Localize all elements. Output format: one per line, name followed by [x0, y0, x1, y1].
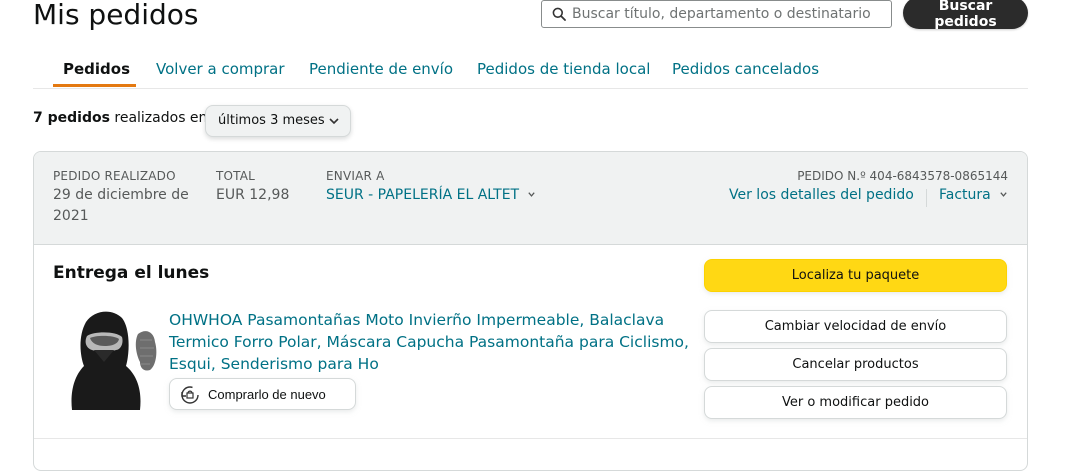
chevron-down-icon — [329, 118, 339, 125]
order-placed-date-line2: 2021 — [53, 208, 89, 224]
order-placed-date-line1: 29 de diciembre de — [53, 187, 189, 203]
order-details-link[interactable]: Ver los detalles del pedido — [729, 187, 914, 203]
invoice-link[interactable]: Factura — [939, 187, 1008, 203]
buy-again-label: Comprarlo de nuevo — [208, 387, 326, 402]
change-shipping-speed-button[interactable]: Cambiar velocidad de envío — [704, 310, 1007, 343]
order-placed-label: PEDIDO REALIZADO — [53, 169, 176, 183]
product-image[interactable] — [60, 306, 160, 410]
ship-to-label: ENVIAR A — [326, 169, 385, 183]
ship-to-value: SEUR - PAPELERÍA EL ALTET — [326, 187, 520, 203]
tab-not-shipped[interactable]: Pendiente de envío — [309, 60, 453, 78]
invoice-label: Factura — [939, 187, 991, 203]
chevron-down-icon — [527, 192, 535, 197]
product-title-link[interactable]: OHWHOA Pasamontañas Moto Invierño Imperm… — [169, 309, 689, 375]
tab-orders[interactable]: Pedidos — [63, 60, 130, 78]
order-total-label: TOTAL — [216, 169, 256, 183]
order-number: PEDIDO N.º 404-6843578-0865144 — [797, 169, 1008, 183]
active-tab-indicator — [53, 84, 136, 87]
tab-cancelled-orders[interactable]: Pedidos cancelados — [672, 60, 819, 78]
order-tabs: Pedidos Volver a comprar Pendiente de en… — [33, 50, 1028, 89]
order-placed-date: 29 de diciembre de 2021 — [53, 185, 189, 227]
track-package-button[interactable]: Localiza tu paquete — [704, 259, 1007, 292]
orders-count: 7 pedidos realizados en — [33, 110, 207, 126]
delivery-status: Entrega el lunes — [53, 263, 210, 283]
ship-to-link[interactable]: SEUR - PAPELERÍA EL ALTET — [326, 187, 536, 203]
page-title: Mis pedidos — [33, 0, 199, 31]
time-range-value: últimos 3 meses — [218, 113, 325, 128]
order-total-value: EUR 12,98 — [216, 187, 290, 203]
view-edit-order-button[interactable]: Ver o modificar pedido — [704, 386, 1007, 419]
search-box[interactable] — [541, 0, 892, 28]
cancel-items-button[interactable]: Cancelar productos — [704, 348, 1007, 381]
order-card-divider — [34, 438, 1027, 439]
chevron-down-icon — [1000, 192, 1007, 197]
orders-count-number: 7 pedidos — [33, 110, 110, 126]
tab-buy-again[interactable]: Volver a comprar — [156, 60, 285, 78]
search-input[interactable] — [572, 2, 882, 26]
search-orders-button[interactable]: Buscar pedidos — [903, 0, 1028, 30]
tab-local-store-orders[interactable]: Pedidos de tienda local — [477, 60, 650, 78]
search-icon — [552, 7, 566, 21]
orders-count-text: realizados en — [114, 110, 208, 126]
buy-again-button[interactable]: Comprarlo de nuevo — [169, 378, 356, 410]
order-card: PEDIDO REALIZADO 29 de diciembre de 2021… — [33, 151, 1028, 471]
order-header: PEDIDO REALIZADO 29 de diciembre de 2021… — [34, 152, 1027, 245]
header-link-divider — [926, 189, 927, 207]
time-range-select[interactable]: últimos 3 meses — [205, 105, 351, 137]
buy-again-icon — [181, 386, 199, 404]
